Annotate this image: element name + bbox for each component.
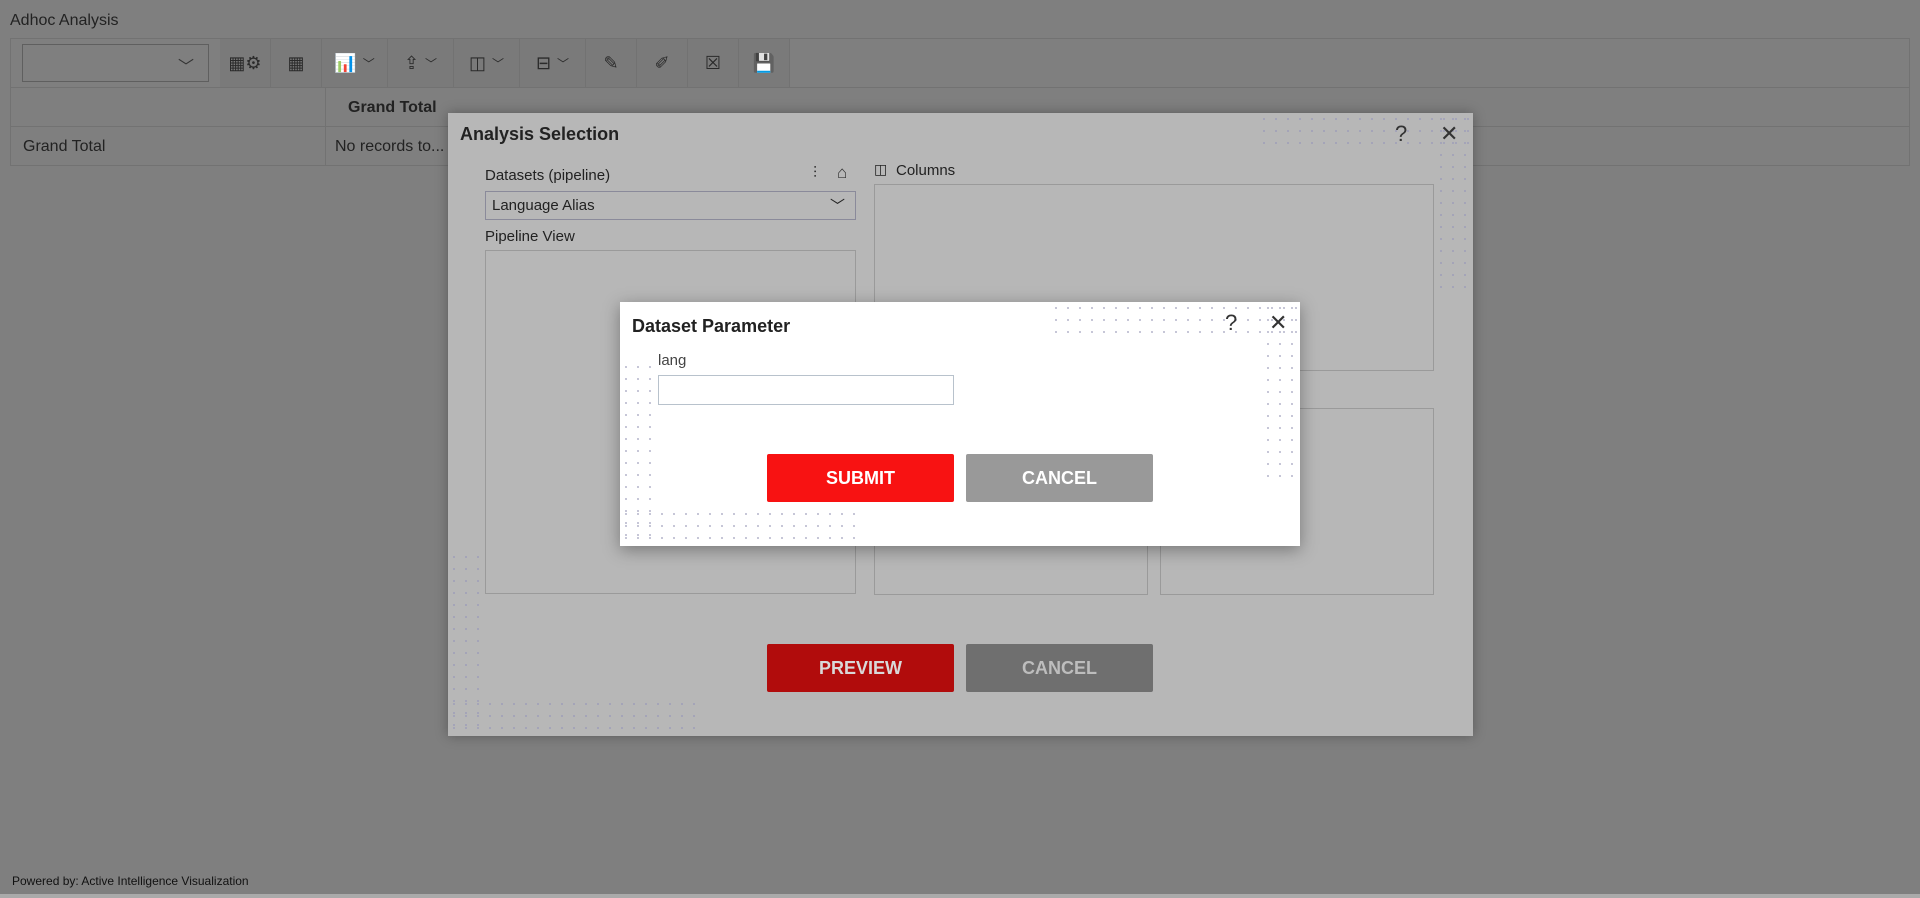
filter-settings-icon[interactable]: ⫶ — [813, 165, 817, 183]
dataset-select[interactable]: Language Alias ﹀ — [485, 191, 856, 220]
dataset-select-value: Language Alias — [492, 197, 595, 214]
toolbar-button[interactable]: ◫ ﹀ — [454, 39, 520, 87]
close-icon[interactable]: ✕ — [1440, 121, 1458, 147]
help-icon[interactable]: ? — [1225, 310, 1237, 336]
edit-number-icon: ✐ — [654, 52, 670, 73]
columns-icon: ◫ — [874, 161, 888, 177]
app-title: Adhoc Analysis — [10, 12, 119, 29]
column-header: Grand Total — [348, 98, 437, 116]
toolbar-button[interactable]: ⊟ ﹀ — [520, 39, 586, 87]
column-layout-icon: ◫ — [468, 52, 486, 73]
table-cell: No records to... — [335, 137, 445, 155]
edit-script-icon: ✎ — [603, 52, 619, 73]
chart-icon: 📊 — [334, 52, 357, 73]
chevron-down-icon: ﹀ — [492, 56, 505, 71]
save-icon: 💾 — [752, 52, 776, 73]
toolbar-button[interactable]: ▦⚙ — [220, 39, 271, 87]
grid-settings-icon: ▦⚙ — [228, 52, 262, 73]
pipeline-view-label: Pipeline View — [485, 228, 575, 245]
excel-icon: ☒ — [704, 52, 722, 73]
chevron-down-icon: ﹀ — [829, 198, 845, 215]
footer-text: Powered by: Active Intelligence Visualiz… — [12, 874, 249, 888]
dataset-parameter-dialog: Dataset Parameter ? ✕ lang SUBMIT CANCEL — [620, 302, 1300, 546]
chevron-down-icon: ﹀ — [425, 56, 438, 71]
dialog-title: Analysis Selection — [460, 124, 620, 144]
toolbar-button[interactable]: ✎ — [586, 39, 637, 87]
lang-input[interactable] — [658, 375, 954, 405]
toolbar-button[interactable]: ☒ — [688, 39, 739, 87]
preview-button[interactable]: PREVIEW — [767, 644, 954, 692]
toolbar-button[interactable]: 💾 — [739, 39, 790, 87]
view-select[interactable]: ﹀ — [22, 44, 209, 82]
horizontal-scrollbar[interactable] — [0, 894, 1920, 898]
lang-label: lang — [658, 352, 687, 369]
row-layout-icon: ⊟ — [535, 52, 552, 73]
toolbar-button[interactable]: ✐ — [637, 39, 688, 87]
datasets-label: Datasets (pipeline) — [485, 167, 611, 184]
chevron-down-icon: ﹀ — [557, 56, 570, 71]
chevron-down-icon: ﹀ — [177, 59, 194, 76]
toolbar: ﹀ ▦⚙ ▦ 📊 ﹀ ⇪ ﹀ ◫ ﹀ ⊟ ﹀ ✎ ✐ ☒ 💾 — [10, 38, 1910, 88]
chevron-down-icon: ﹀ — [362, 56, 375, 71]
cancel-button[interactable]: CANCEL — [966, 644, 1153, 692]
dialog-title: Dataset Parameter — [632, 316, 791, 336]
submit-button[interactable]: SUBMIT — [767, 454, 954, 502]
toolbar-button[interactable]: ⇪ ﹀ — [388, 39, 454, 87]
close-icon[interactable]: ✕ — [1269, 310, 1287, 336]
columns-label: Columns — [896, 162, 956, 179]
home-icon[interactable]: ⌂ — [837, 163, 847, 183]
row-header: Grand Total — [23, 137, 106, 155]
help-icon[interactable]: ? — [1395, 121, 1407, 147]
export-icon: ⇪ — [403, 52, 420, 73]
toolbar-button[interactable]: 📊 ﹀ — [322, 39, 388, 87]
cancel-button[interactable]: CANCEL — [966, 454, 1153, 502]
toolbar-button[interactable]: ▦ — [271, 39, 322, 87]
table-icon: ▦ — [287, 52, 305, 73]
